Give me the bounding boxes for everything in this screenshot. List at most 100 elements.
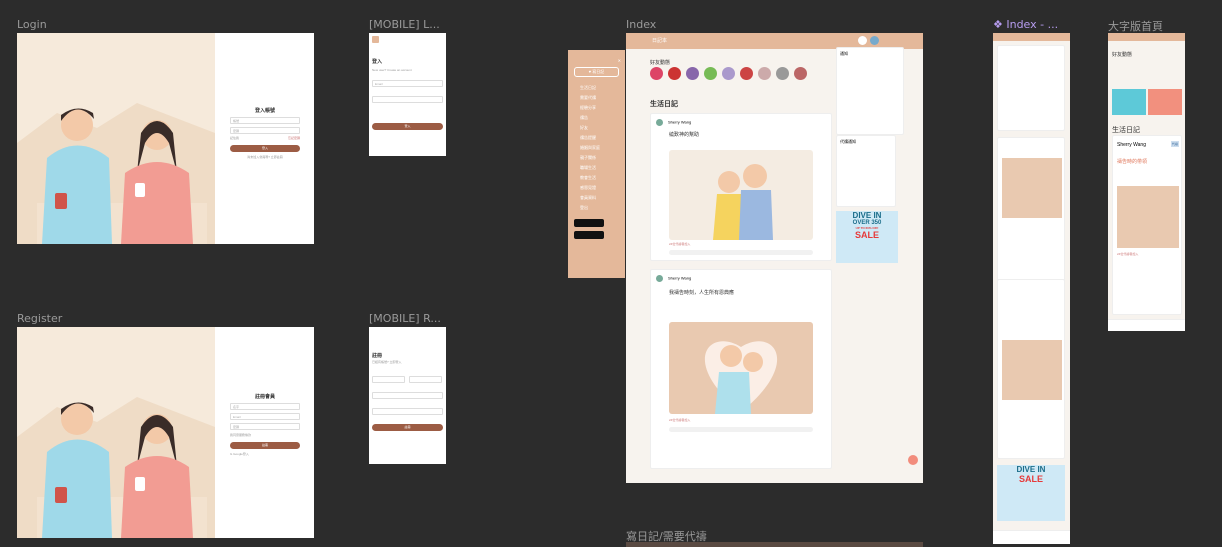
register-frame: 註冊會員 名字 Email 密碼 我同意服務條款 註冊 G Google登入 bbox=[17, 327, 314, 538]
mobile-login-button[interactable]: 登入 bbox=[372, 123, 443, 130]
register-password-input[interactable]: 密碼 bbox=[230, 423, 300, 430]
diary-post-card[interactable]: Sherry Wang 我禱告時刻，人生所有恩典應 24位代禱者加入 bbox=[650, 269, 832, 469]
app-store-badge[interactable] bbox=[574, 219, 604, 227]
sidebar-item[interactable]: 親子關係 bbox=[580, 155, 625, 161]
large-tab-bar[interactable] bbox=[1108, 319, 1185, 331]
friend-avatar[interactable] bbox=[668, 67, 681, 80]
frame-label-register: Register bbox=[17, 312, 63, 325]
mobile-email-input[interactable]: Email bbox=[372, 80, 443, 87]
sidebar-item[interactable]: 禱告 bbox=[580, 115, 625, 121]
friends-label: 好友動態 bbox=[650, 60, 671, 66]
diary-post-card[interactable]: Sherry Wang 繞歎神的幫助 24位代禱者加入 bbox=[650, 113, 832, 261]
notification-panel: 通知 bbox=[836, 47, 904, 135]
mobile-signup-hint[interactable]: New user? Create an account bbox=[372, 68, 412, 72]
close-icon[interactable]: ✕ bbox=[574, 58, 621, 63]
user-avatar[interactable] bbox=[870, 36, 879, 45]
register-name-input[interactable]: 名字 bbox=[230, 403, 300, 410]
login-email-input[interactable]: 帳號 bbox=[230, 117, 300, 124]
sidebar-item[interactable]: 婚姻與家庭 bbox=[580, 145, 625, 151]
mobile-login-frame: 登入 New user? Create an account Email 登入 bbox=[369, 33, 446, 156]
couple-illustration bbox=[17, 327, 215, 538]
mobile-sale-banner[interactable]: DIVE IN SALE bbox=[997, 465, 1065, 521]
register-submit-button[interactable]: 註冊 bbox=[230, 442, 300, 449]
sidebar-item[interactable]: 經驗分享 bbox=[580, 105, 625, 111]
friend-avatar[interactable] bbox=[794, 67, 807, 80]
prayer-notification-panel: 代禱通知 bbox=[836, 135, 896, 207]
register-email-input[interactable]: Email bbox=[230, 413, 300, 420]
ad-sale: SALE bbox=[854, 230, 879, 240]
sidebar-item[interactable]: 生活日記 bbox=[580, 85, 625, 91]
index-sidebar: ✕ ♥ 寫日記 生活日記需要代禱經驗分享禱告好友禱告提醒婚姻與家庭親子關係職場生… bbox=[568, 50, 625, 278]
mobile-post-card[interactable] bbox=[997, 279, 1065, 459]
mobile-tab-bar[interactable] bbox=[993, 530, 1070, 544]
large-diary-title: 生活日記 bbox=[1112, 127, 1140, 134]
large-post-author: Sherry Wang bbox=[1117, 142, 1146, 148]
prayer-title: 代禱通知 bbox=[840, 139, 856, 144]
post-image bbox=[669, 322, 813, 414]
login-password-input[interactable]: 密碼 bbox=[230, 127, 300, 134]
register-title: 註冊會員 bbox=[254, 394, 275, 400]
component-icon: ❖ bbox=[993, 18, 1007, 31]
sidebar-nav: 生活日記需要代禱經驗分享禱告好友禱告提醒婚姻與家庭親子關係職場生活教會生活感恩見… bbox=[574, 85, 625, 211]
post-author: Sherry Wang bbox=[656, 275, 691, 282]
large-post-card[interactable]: Sherry Wang 代禱 禱告時的帶領 24位代禱者加入 bbox=[1112, 135, 1182, 315]
notification-bell-icon[interactable] bbox=[858, 36, 867, 45]
login-form: 登入帳號 帳號 密碼 記住我 忘記密碼 登入 尚未加入會員嗎? 立即註冊 bbox=[230, 107, 300, 159]
frame-label-mobile-login: [MOBILE] L... bbox=[369, 18, 440, 31]
sidebar-item[interactable]: 感恩見證 bbox=[580, 185, 625, 191]
mobile-header bbox=[993, 33, 1070, 41]
shortcut-tile[interactable] bbox=[1148, 89, 1182, 115]
mobile-register-title: 註冊 bbox=[372, 353, 383, 359]
sidebar-item[interactable]: 禱告提醒 bbox=[580, 135, 625, 141]
post-prayer-count: 24位代禱者加入 bbox=[669, 418, 691, 422]
mobile-notification-panel bbox=[997, 45, 1065, 131]
forgot-password-link[interactable]: 忘記密碼 bbox=[288, 136, 300, 140]
post-image bbox=[1117, 186, 1179, 248]
mobile-login-hint[interactable]: 已經有帳號? 立即登入 bbox=[372, 360, 402, 364]
friend-avatar[interactable] bbox=[704, 67, 717, 80]
frame-label-large-font: 大字版首頁 bbox=[1108, 20, 1163, 33]
mobile-lastname-input[interactable] bbox=[409, 376, 442, 383]
remember-me-checkbox[interactable]: 記住我 忘記密碼 bbox=[230, 136, 300, 140]
mobile-register-button[interactable]: 註冊 bbox=[372, 424, 443, 431]
sale-banner-ad[interactable]: DIVE IN OVER 350 UP TO 60% OFF SALE bbox=[836, 211, 898, 263]
ad-line-1: DIVE IN bbox=[1016, 465, 1046, 474]
login-submit-button[interactable]: 登入 bbox=[230, 145, 300, 152]
comment-input[interactable] bbox=[669, 250, 813, 255]
sidebar-item[interactable]: 教會生活 bbox=[580, 175, 625, 181]
post-author: Sherry Wang bbox=[656, 119, 691, 126]
sidebar-item[interactable]: 會員資料 bbox=[580, 195, 625, 201]
floating-add-button[interactable] bbox=[908, 455, 918, 465]
sidebar-item[interactable]: 需要代禱 bbox=[580, 95, 625, 101]
mobile-post-card[interactable] bbox=[997, 137, 1065, 293]
friend-avatar[interactable] bbox=[776, 67, 789, 80]
mobile-reg-password-input[interactable] bbox=[372, 408, 443, 415]
friend-avatar[interactable] bbox=[740, 67, 753, 80]
mobile-register-frame: 註冊 已經有帳號? 立即登入 註冊 bbox=[369, 327, 446, 464]
signup-link[interactable]: 尚未加入會員嗎? 立即註冊 bbox=[230, 155, 300, 159]
mobile-firstname-input[interactable] bbox=[372, 376, 405, 383]
friend-avatar[interactable] bbox=[686, 67, 699, 80]
google-login-button[interactable]: G Google登入 bbox=[230, 452, 300, 456]
ad-sale: SALE bbox=[1018, 474, 1043, 484]
google-play-badge[interactable] bbox=[574, 231, 604, 239]
large-prayer-count: 24位代禱者加入 bbox=[1117, 252, 1139, 256]
terms-checkbox[interactable]: 我同意服務條款 bbox=[230, 433, 300, 437]
sidebar-item[interactable]: 登出 bbox=[580, 205, 625, 211]
frame-label-mobile-register: [MOBILE] R... bbox=[369, 312, 441, 325]
mobile-reg-email-input[interactable] bbox=[372, 392, 443, 399]
friend-avatar[interactable] bbox=[722, 67, 735, 80]
post-title: 繞歎神的幫助 bbox=[669, 132, 700, 138]
shortcut-tile[interactable] bbox=[1112, 89, 1146, 115]
friend-avatar[interactable] bbox=[650, 67, 663, 80]
tag-badge: 代禱 bbox=[1170, 141, 1179, 147]
post-image bbox=[1002, 158, 1062, 218]
large-post-title: 禱告時的帶領 bbox=[1117, 159, 1148, 165]
friend-avatar[interactable] bbox=[758, 67, 771, 80]
write-diary-button[interactable]: ♥ 寫日記 bbox=[574, 67, 619, 77]
comment-input[interactable] bbox=[669, 427, 813, 432]
sidebar-item[interactable]: 好友 bbox=[580, 125, 625, 131]
mobile-password-input[interactable] bbox=[372, 96, 443, 103]
brand-name: 日記本 bbox=[652, 38, 668, 44]
sidebar-item[interactable]: 職場生活 bbox=[580, 165, 625, 171]
